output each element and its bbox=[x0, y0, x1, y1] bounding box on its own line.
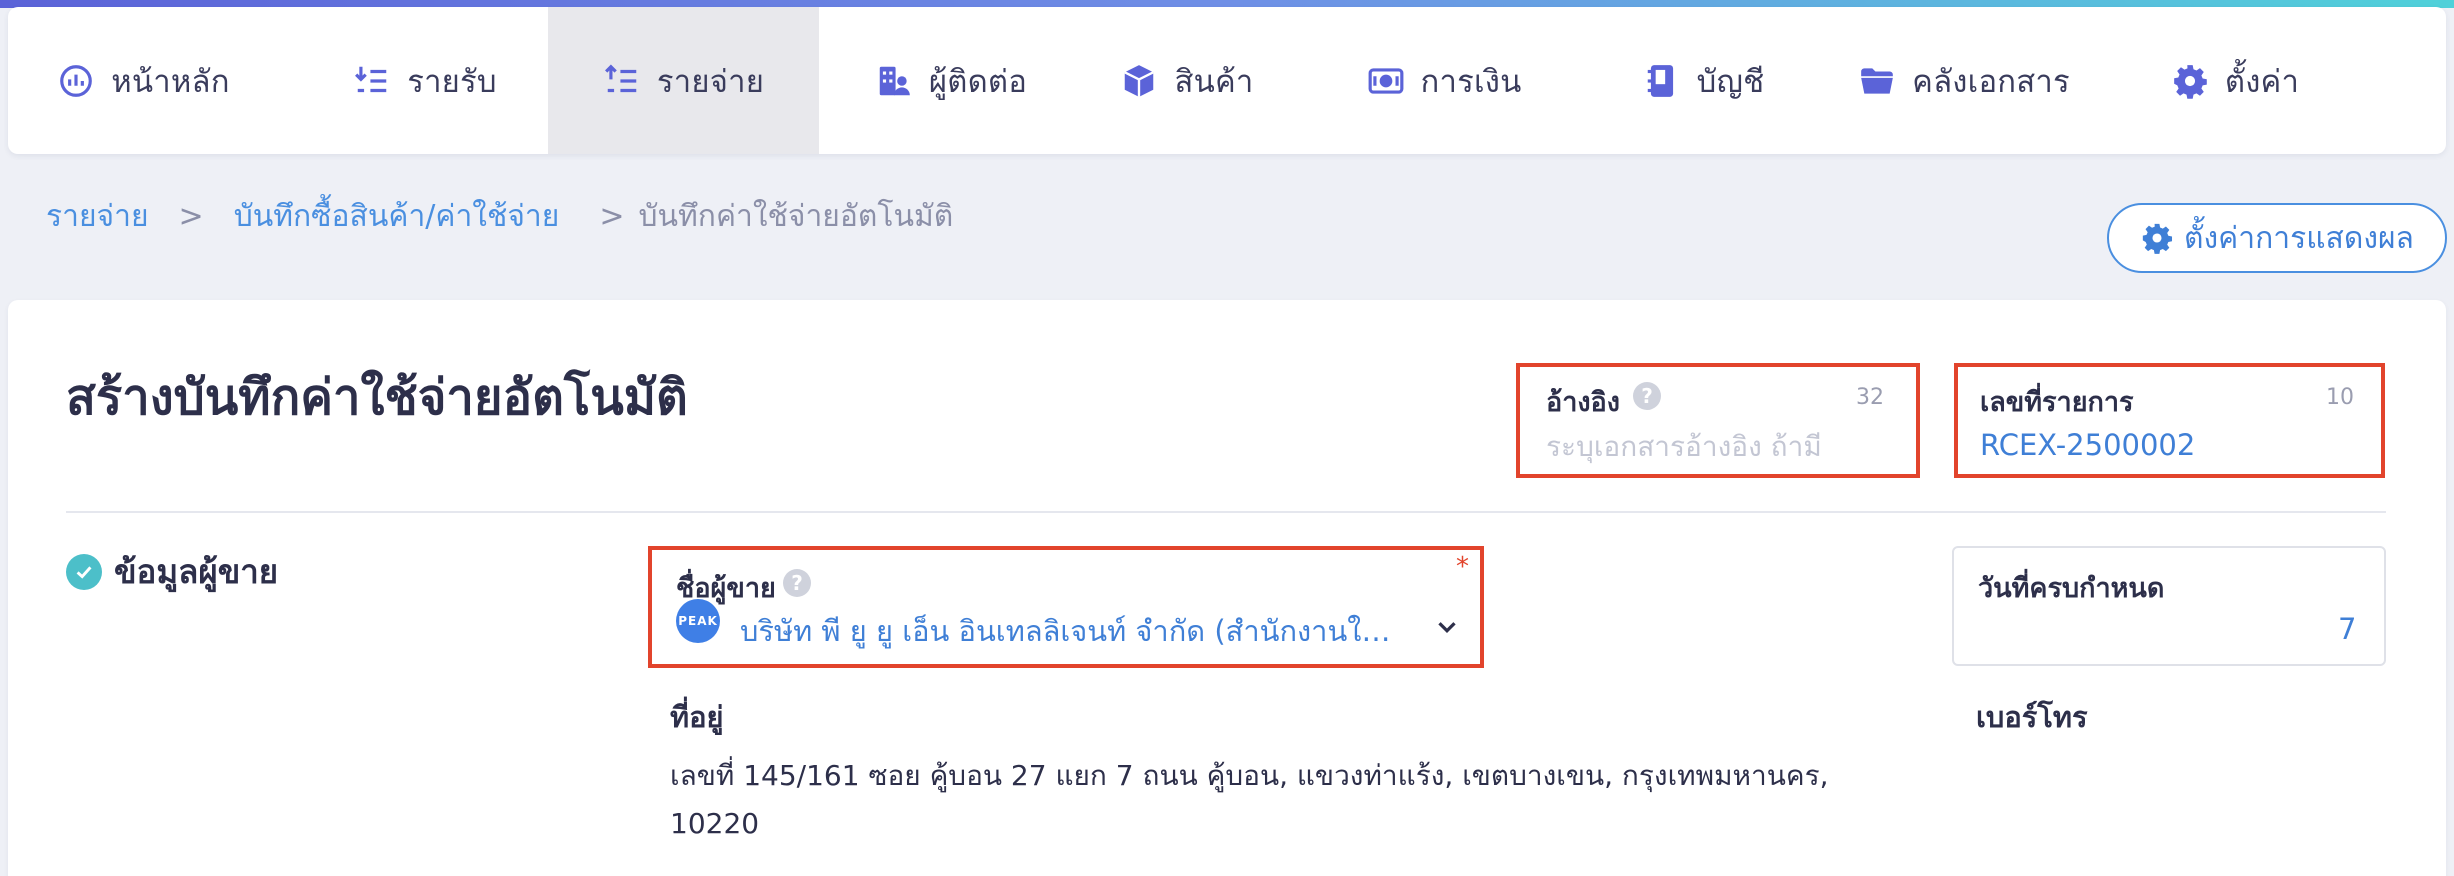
breadcrumb-current: บันทึกค่าใช้จ่ายอัตโนมัติ bbox=[638, 199, 954, 234]
top-navigation: หน้าหลัก รายรับ รายจ่าย ผู้ติดต่อ สินค้า… bbox=[8, 7, 2446, 154]
vendor-logo: PEAK bbox=[676, 599, 720, 643]
expense-list-icon bbox=[604, 64, 637, 92]
reference-label: อ้างอิง bbox=[1546, 387, 1620, 418]
vendor-section-header: ข้อมูลผู้ขาย bbox=[66, 545, 278, 598]
nav-label: บัญชี bbox=[1696, 63, 1765, 100]
nav-label: สินค้า bbox=[1174, 63, 1254, 100]
gear-icon bbox=[2142, 223, 2173, 254]
ledger-icon bbox=[1647, 64, 1673, 97]
nav-label: คลังเอกสาร bbox=[1912, 63, 2070, 100]
dashboard-icon bbox=[60, 64, 93, 97]
address-value: เลขที่ 145/161 ซอย คู้บอน 27 แยก 7 ถนน ค… bbox=[670, 759, 1829, 840]
nav-item-accounting[interactable]: บัญชี bbox=[1642, 7, 1765, 154]
nav-item-finance[interactable]: การเงิน bbox=[1364, 7, 1524, 154]
vendor-section-title: ข้อมูลผู้ขาย bbox=[114, 552, 279, 591]
nav-label: รายจ่าย bbox=[656, 63, 765, 100]
breadcrumb-link-expense[interactable]: รายจ่าย bbox=[46, 193, 149, 240]
address-label: ที่อยู่ bbox=[670, 700, 724, 734]
folder-icon bbox=[1861, 67, 1894, 94]
check-circle-icon bbox=[66, 553, 102, 590]
due-days-label: วันที่ครบกำหนด bbox=[1978, 573, 2165, 604]
nav-item-home[interactable]: หน้าหลัก bbox=[60, 7, 230, 154]
nav-label: ตั้งค่า bbox=[2224, 63, 2300, 100]
nav-label: การเงิน bbox=[1420, 63, 1522, 100]
breadcrumb-separator: > bbox=[178, 199, 204, 234]
page-title: สร้างบันทึกค่าใช้จ่ายอัตโนมัติ bbox=[66, 369, 688, 426]
breadcrumb-link-purchase[interactable]: บันทึกซื้อสินค้า/ค่าใช้จ่าย bbox=[234, 193, 560, 240]
nav-item-settings[interactable]: ตั้งค่า bbox=[2170, 7, 2300, 154]
nav-item-expense[interactable]: รายจ่าย bbox=[548, 7, 819, 154]
nav-item-contacts[interactable]: ผู้ติดต่อ bbox=[875, 7, 1027, 154]
help-icon[interactable]: ? bbox=[783, 569, 811, 597]
required-indicator: * bbox=[1456, 552, 1469, 582]
nav-item-documents[interactable]: คลังเอกสาร bbox=[1857, 7, 2071, 154]
document-number-input[interactable] bbox=[1980, 424, 2360, 466]
income-list-icon bbox=[355, 66, 387, 92]
breadcrumb: รายจ่าย > บันทึกซื้อสินค้า/ค่าใช้จ่าย > … bbox=[46, 193, 953, 240]
reference-char-counter: 32 bbox=[1856, 385, 1884, 410]
box-icon bbox=[1124, 64, 1155, 97]
reference-input[interactable] bbox=[1546, 426, 1896, 466]
contacts-icon bbox=[879, 66, 910, 95]
phone-label: เบอร์โทร bbox=[1976, 700, 2088, 734]
nav-label: ผู้ติดต่อ bbox=[928, 63, 1028, 100]
document-number-char-counter: 10 bbox=[2326, 385, 2354, 410]
money-icon bbox=[1368, 67, 1403, 94]
due-days-value[interactable]: 7 bbox=[2338, 612, 2356, 646]
nav-label: หน้าหลัก bbox=[111, 63, 230, 100]
gear-icon bbox=[2174, 64, 2207, 99]
display-settings-label: ตั้งค่าการแสดงผล bbox=[2184, 220, 2414, 256]
help-icon[interactable]: ? bbox=[1633, 382, 1661, 410]
breadcrumb-separator: > bbox=[599, 199, 625, 234]
nav-item-products[interactable]: สินค้า bbox=[1122, 7, 1254, 154]
display-settings-button[interactable]: ตั้งค่าการแสดงผล bbox=[2107, 203, 2447, 273]
vendor-select-value[interactable]: บริษัท พี ยู ยู เอ็น อินเทลลิเจนท์ จำกัด… bbox=[740, 608, 1400, 654]
chevron-down-icon[interactable] bbox=[1432, 612, 1462, 642]
document-number-label: เลขที่รายการ bbox=[1980, 387, 2134, 418]
nav-item-income[interactable]: รายรับ bbox=[345, 7, 505, 154]
nav-label: รายรับ bbox=[407, 63, 497, 100]
divider bbox=[66, 511, 2386, 513]
